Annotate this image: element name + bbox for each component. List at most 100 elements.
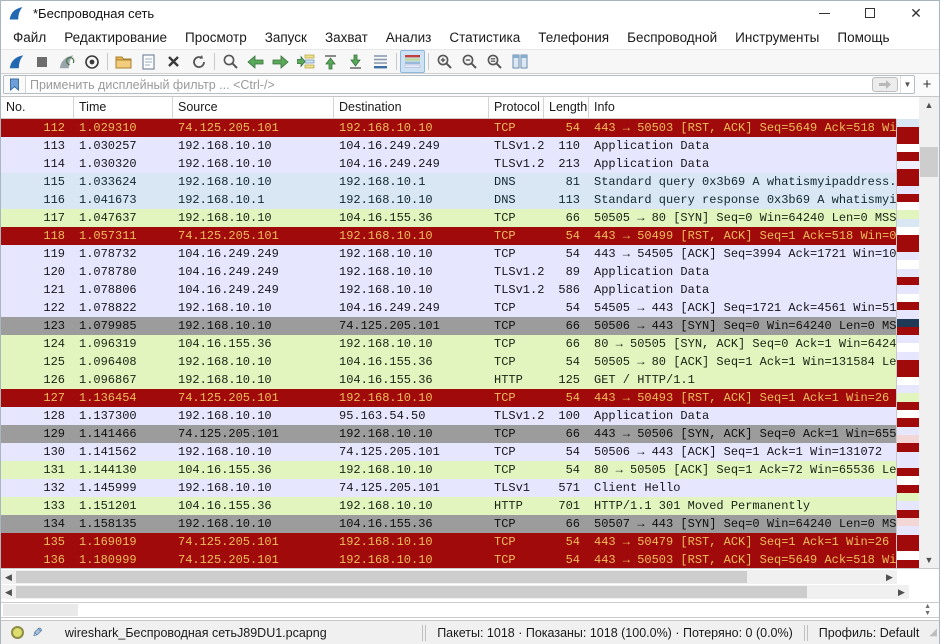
packet-row-131[interactable]: 1311.144130104.16.155.36192.168.10.10TCP… <box>1 461 896 479</box>
packet-row-114[interactable]: 1141.030320192.168.10.10104.16.249.249TL… <box>1 155 896 173</box>
auto-scroll-button[interactable] <box>368 50 393 73</box>
open-file-button[interactable] <box>111 50 136 73</box>
column-header-info[interactable]: Info <box>589 97 896 118</box>
restart-capture-button[interactable] <box>54 50 79 73</box>
packet-row-113[interactable]: 1131.030257192.168.10.10104.16.249.249TL… <box>1 137 896 155</box>
go-back-button[interactable] <box>243 50 268 73</box>
packet-row-128[interactable]: 1281.137300192.168.10.1095.163.54.50TLSv… <box>1 407 896 425</box>
packet-row-122[interactable]: 1221.078822192.168.10.10104.16.249.249TC… <box>1 299 896 317</box>
maximize-button[interactable] <box>847 1 893 25</box>
packet-row-112[interactable]: 1121.02931074.125.205.101192.168.10.10TC… <box>1 119 896 137</box>
menu-телефония[interactable]: Телефония <box>529 27 618 48</box>
minimize-button[interactable] <box>801 1 847 25</box>
menu-просмотр[interactable]: Просмотр <box>176 27 256 48</box>
horizontal-scrollbar-detail[interactable]: ◀ ▶ <box>1 585 909 599</box>
packet-row-123[interactable]: 1231.079985192.168.10.1074.125.205.101TC… <box>1 317 896 335</box>
packet-row-132[interactable]: 1321.145999192.168.10.1074.125.205.101TL… <box>1 479 896 497</box>
save-file-button[interactable] <box>136 50 161 73</box>
packet-row-134[interactable]: 1341.158135192.168.10.10104.16.155.36TCP… <box>1 515 896 533</box>
menu-файл[interactable]: Файл <box>4 27 55 48</box>
menu-анализ[interactable]: Анализ <box>377 27 441 48</box>
go-to-packet-button[interactable] <box>293 50 318 73</box>
capture-comment-icon[interactable]: ✎ <box>32 625 43 641</box>
packet-row-135[interactable]: 1351.16901974.125.205.101192.168.10.10TC… <box>1 533 896 551</box>
reload-button[interactable] <box>186 50 211 73</box>
vertical-scrollbar-track[interactable] <box>919 113 939 552</box>
add-filter-button[interactable]: + <box>918 75 936 94</box>
go-forward-button[interactable] <box>268 50 293 73</box>
capture-options-button[interactable] <box>79 50 104 73</box>
packet-row-120[interactable]: 1201.078780104.16.249.249192.168.10.10TL… <box>1 263 896 281</box>
packet-row-121[interactable]: 1211.078806104.16.249.249192.168.10.10TL… <box>1 281 896 299</box>
scroll-down-arrow-icon[interactable]: ▼ <box>919 552 939 568</box>
menu-захват[interactable]: Захват <box>316 27 377 48</box>
stop-capture-button[interactable] <box>29 50 54 73</box>
scroll-left-icon[interactable]: ◀ <box>1 570 16 584</box>
colorize-button[interactable] <box>400 50 425 73</box>
menu-инструменты[interactable]: Инструменты <box>726 27 828 48</box>
column-header-length[interactable]: Length <box>544 97 589 118</box>
minimap-stripe <box>897 186 919 194</box>
find-packet-button[interactable] <box>218 50 243 73</box>
packet-row-117[interactable]: 1171.047637192.168.10.10104.16.155.36TCP… <box>1 209 896 227</box>
resize-columns-button[interactable] <box>507 50 532 73</box>
column-header-source[interactable]: Source <box>173 97 334 118</box>
column-header-destination[interactable]: Destination <box>334 97 489 118</box>
close-file-button[interactable] <box>161 50 186 73</box>
intelligent-scrollbar-minimap[interactable] <box>896 119 919 568</box>
scroll-right-icon[interactable]: ▶ <box>882 570 897 584</box>
filter-bookmark-button[interactable] <box>4 76 26 93</box>
packet-row-124[interactable]: 1241.096319104.16.155.36192.168.10.10TCP… <box>1 335 896 353</box>
packet-row-126[interactable]: 1261.096867192.168.10.10104.16.155.36HTT… <box>1 371 896 389</box>
horizontal-scrollbar-list[interactable]: ◀ ▶ <box>1 570 897 584</box>
packet-row-130[interactable]: 1301.141562192.168.10.1074.125.205.101TC… <box>1 443 896 461</box>
apply-filter-button[interactable] <box>872 77 898 92</box>
profile-label[interactable]: Профиль: Default <box>809 626 930 640</box>
menu-беспроводной[interactable]: Беспроводной <box>618 27 726 48</box>
maximize-icon <box>865 8 875 18</box>
resize-grip[interactable]: ◢ <box>929 627 939 638</box>
pane-spinner[interactable]: ▲▼ <box>924 603 931 617</box>
zoom-in-button[interactable] <box>432 50 457 73</box>
packet-row-118[interactable]: 1181.05731174.125.205.101192.168.10.10TC… <box>1 227 896 245</box>
cell-src: 192.168.10.10 <box>173 353 334 371</box>
hscroll-thumb-2[interactable] <box>16 586 807 598</box>
cell-dst: 192.168.10.10 <box>334 119 489 137</box>
column-header-time[interactable]: Time <box>74 97 173 118</box>
hscroll-thumb-1[interactable] <box>16 571 747 583</box>
packet-row-115[interactable]: 1151.033624192.168.10.10192.168.10.1DNS8… <box>1 173 896 191</box>
zoom-original-button[interactable] <box>482 50 507 73</box>
menu-запуск[interactable]: Запуск <box>256 27 316 48</box>
zoom-out-button[interactable] <box>457 50 482 73</box>
hscroll-track-2[interactable] <box>16 585 894 599</box>
scroll-right-icon[interactable]: ▶ <box>894 585 909 599</box>
expert-info-icon[interactable] <box>11 626 24 639</box>
minimap-stripe <box>897 319 919 327</box>
title-bar: *Беспроводная сеть ✕ <box>1 1 939 25</box>
column-header-protocol[interactable]: Protocol <box>489 97 544 118</box>
scroll-up-arrow-icon[interactable]: ▲ <box>919 97 939 113</box>
scroll-left-icon[interactable]: ◀ <box>1 585 16 599</box>
menu-помощь[interactable]: Помощь <box>828 27 898 48</box>
vertical-scrollbar-thumb[interactable] <box>920 147 938 177</box>
cell-time: 1.141562 <box>74 443 173 461</box>
packet-row-119[interactable]: 1191.078732104.16.249.249192.168.10.10TC… <box>1 245 896 263</box>
start-capture-button[interactable] <box>4 50 29 73</box>
menu-статистика[interactable]: Статистика <box>440 27 529 48</box>
go-bottom-button[interactable] <box>343 50 368 73</box>
packet-row-127[interactable]: 1271.13645474.125.205.101192.168.10.10TC… <box>1 389 896 407</box>
column-header-no[interactable]: No. <box>1 97 74 118</box>
menu-редактирование[interactable]: Редактирование <box>55 27 176 48</box>
cell-dst: 104.16.155.36 <box>334 371 489 389</box>
packet-row-125[interactable]: 1251.096408192.168.10.10104.16.155.36TCP… <box>1 353 896 371</box>
packet-row-136[interactable]: 1361.18099974.125.205.101192.168.10.10TC… <box>1 551 896 568</box>
packet-row-133[interactable]: 1331.151201104.16.155.36192.168.10.10HTT… <box>1 497 896 515</box>
go-top-button[interactable] <box>318 50 343 73</box>
display-filter-input[interactable] <box>26 76 872 93</box>
hscroll-track-1[interactable] <box>16 570 882 584</box>
filter-history-dropdown[interactable]: ▼ <box>900 76 914 93</box>
close-button[interactable]: ✕ <box>893 1 939 25</box>
vertical-scrollbar[interactable]: ▲ ▼ <box>919 97 939 568</box>
packet-row-116[interactable]: 1161.041673192.168.10.1192.168.10.10DNS1… <box>1 191 896 209</box>
packet-row-129[interactable]: 1291.14146674.125.205.101192.168.10.10TC… <box>1 425 896 443</box>
